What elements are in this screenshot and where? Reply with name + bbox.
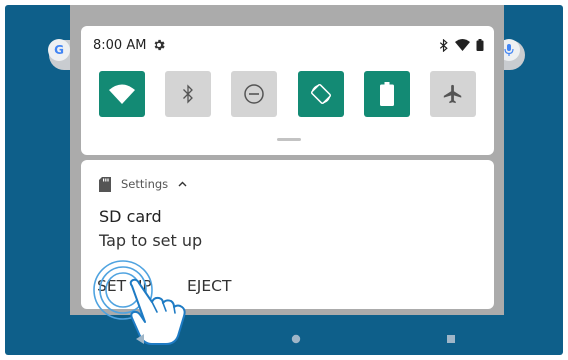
clock: 8:00 AM (93, 37, 147, 53)
do-not-disturb-icon (243, 83, 265, 105)
battery-icon (379, 82, 394, 106)
back-icon[interactable] (136, 334, 146, 344)
status-bar: 8:00 AM (93, 35, 484, 55)
battery-status-icon (476, 39, 484, 51)
set-up-button[interactable]: SET UP (97, 277, 152, 295)
sd-card-notification[interactable]: Settings SD card Tap to set up SET UP EJ… (81, 160, 494, 309)
bluetooth-tile[interactable] (165, 71, 212, 117)
status-icons (439, 38, 484, 52)
eject-button[interactable]: EJECT (187, 277, 231, 295)
bluetooth-icon (182, 84, 194, 104)
wifi-status-icon (455, 39, 470, 51)
home-icon[interactable] (291, 334, 301, 344)
wifi-icon (109, 84, 135, 104)
auto-rotate-tile[interactable] (297, 71, 344, 117)
airplane-icon (442, 83, 464, 105)
recents-icon[interactable] (446, 334, 456, 344)
quick-settings-panel: 8:00 AM (81, 26, 494, 155)
notification-title: SD card (99, 207, 162, 226)
sd-card-icon (99, 176, 111, 192)
battery-saver-tile[interactable] (363, 71, 410, 117)
auto-rotate-icon (309, 82, 333, 106)
wifi-tile[interactable] (99, 71, 145, 117)
navigation-bar (5, 325, 563, 355)
google-logo-icon[interactable]: G (48, 39, 70, 61)
gear-icon[interactable] (152, 38, 166, 52)
notification-header: Settings (99, 176, 187, 192)
quick-settings-tiles (99, 71, 476, 117)
chevron-up-icon[interactable] (178, 181, 187, 187)
notification-shade: 8:00 AM Settings SD card Tap to set up S… (70, 5, 504, 315)
notification-text: Tap to set up (99, 231, 203, 250)
airplane-mode-tile[interactable] (429, 71, 476, 117)
expand-handle[interactable] (277, 138, 301, 141)
bluetooth-status-icon (439, 38, 449, 52)
notification-app-name: Settings (121, 177, 169, 191)
do-not-disturb-tile[interactable] (231, 71, 278, 117)
